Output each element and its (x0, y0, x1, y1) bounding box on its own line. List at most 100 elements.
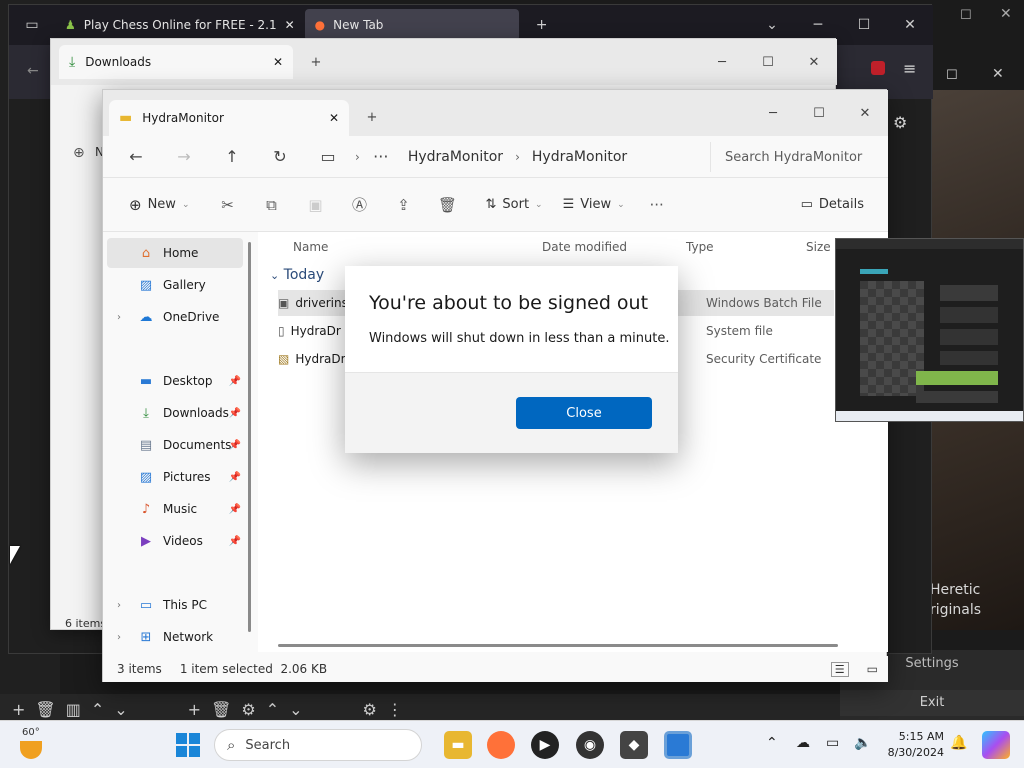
column-header-type[interactable]: Type (686, 240, 714, 254)
close-icon[interactable]: ✕ (285, 18, 295, 32)
file-explorer-icon[interactable]: ▬ (444, 731, 472, 759)
new-icon[interactable]: ⊕ (73, 145, 85, 161)
pin-icon[interactable]: 📌 (229, 408, 241, 419)
minimize-icon[interactable]: ─ (795, 17, 841, 33)
app-window-icon[interactable] (664, 731, 692, 759)
weather-temperature[interactable]: 60° (22, 727, 40, 738)
nav-scrollbar[interactable] (248, 242, 251, 632)
maximize-icon[interactable]: ☐ (960, 8, 972, 23)
close-icon[interactable]: ✕ (842, 106, 888, 121)
volume-icon[interactable]: 🔈 (854, 735, 871, 751)
view-button[interactable]: ☰ View ⌄ (555, 188, 633, 222)
obs-exit-button[interactable]: Exit (840, 690, 1024, 716)
nav-item-pictures[interactable]: ▨ Pictures 📌 (107, 462, 243, 492)
nav-item-documents[interactable]: ▤ Documents 📌 (107, 430, 243, 460)
nav-item-this-pc[interactable]: › ▭ This PC (107, 590, 243, 620)
add-icon[interactable]: + (188, 700, 201, 719)
gear-icon[interactable]: ⚙ (241, 700, 255, 719)
column-header-name[interactable]: Name (293, 240, 328, 254)
clock[interactable]: 5:15 AM 8/30/2024 (884, 729, 944, 761)
maximize-icon[interactable]: ☐ (745, 55, 791, 70)
weather-icon[interactable] (20, 741, 42, 759)
pin-icon[interactable]: 📌 (229, 376, 241, 387)
delete-icon[interactable]: 🗑 (427, 188, 467, 222)
new-button[interactable]: ⊕ New ⌄ (121, 188, 197, 222)
breadcrumb-item[interactable]: HydraMonitor (402, 149, 509, 165)
close-icon[interactable]: ✕ (1000, 6, 1012, 22)
minimize-icon[interactable]: ─ (750, 106, 796, 121)
nav-item-music[interactable]: ♪ Music 📌 (107, 494, 243, 524)
pin-icon[interactable]: 📌 (229, 472, 241, 483)
nav-item-desktop[interactable]: ▬ Desktop 📌 (107, 366, 243, 396)
this-pc-icon[interactable]: ▭ (307, 147, 349, 166)
display-icon[interactable]: ▭ (826, 735, 839, 751)
gear-icon[interactable]: ⚙ (893, 113, 907, 132)
chevron-right-icon[interactable]: › (117, 312, 121, 323)
column-header-date[interactable]: Date modified (542, 240, 627, 254)
column-header-size[interactable]: Size (806, 240, 831, 254)
share-icon[interactable]: ⇪ (383, 188, 423, 222)
settings-icon[interactable]: ⚙ (363, 700, 377, 719)
horizontal-scrollbar[interactable] (278, 644, 838, 647)
window-thumbnail-preview[interactable] (835, 238, 1024, 422)
nav-item-network[interactable]: › ⊞ Network (107, 622, 243, 652)
close-icon[interactable]: ✕ (273, 55, 283, 69)
chevron-right-icon[interactable]: › (117, 600, 121, 611)
tab-overview-icon[interactable]: ▭ (9, 17, 55, 33)
notification-bell-icon[interactable]: 🔔 (950, 735, 967, 751)
chevron-down-icon[interactable]: ⌄ (114, 700, 127, 719)
menu-icon[interactable]: ≡ (903, 59, 916, 78)
refresh-icon[interactable]: ↻ (259, 147, 301, 166)
maximize-icon[interactable]: ☐ (946, 68, 958, 83)
paste-icon[interactable]: ▣ (295, 188, 335, 222)
cut-icon[interactable]: ✂ (207, 188, 247, 222)
details-view-icon[interactable]: ☰ (830, 661, 849, 677)
nav-item-gallery[interactable]: ▨ Gallery (107, 270, 243, 300)
tab-chess[interactable]: ♟ Play Chess Online for FREE - 2.1 ✕ (55, 9, 305, 41)
close-icon[interactable]: ✕ (992, 66, 1004, 82)
nav-item-downloads[interactable]: ⤓ Downloads 📌 (107, 398, 243, 428)
add-icon[interactable]: + (12, 700, 25, 719)
pin-icon[interactable]: 📌 (229, 504, 241, 515)
close-icon[interactable]: ✕ (791, 55, 837, 70)
start-icon[interactable] (176, 733, 200, 757)
app-icon[interactable]: ◆ (620, 731, 648, 759)
rename-icon[interactable]: Ⓐ (339, 188, 379, 222)
close-icon[interactable]: ✕ (887, 17, 933, 33)
media-player-icon[interactable]: ▶ (531, 731, 559, 759)
more-icon[interactable]: ··· (637, 188, 677, 222)
close-button[interactable]: Close (516, 397, 652, 429)
chevron-down-icon[interactable]: ⌄ (289, 700, 302, 719)
nav-item-onedrive[interactable]: › ☁ OneDrive (107, 302, 243, 332)
forward-icon[interactable]: → (163, 147, 205, 166)
pin-icon[interactable]: 📌 (229, 536, 241, 547)
new-tab-button[interactable]: + (519, 17, 565, 33)
network-icon[interactable]: ☁ (796, 735, 810, 751)
list-all-tabs-icon[interactable]: ⌄ (749, 17, 795, 33)
obs-icon[interactable]: ◉ (576, 731, 604, 759)
tab-new-tab[interactable]: ● New Tab (304, 9, 519, 41)
search-input[interactable]: Search HydraMonitor (710, 142, 880, 172)
new-tab-button[interactable]: + (349, 110, 395, 125)
more-icon[interactable]: ⋮ (387, 700, 403, 719)
copy-icon[interactable]: ⧉ (251, 188, 291, 222)
tiles-view-icon[interactable]: ▭ (867, 662, 878, 676)
ublock-icon[interactable] (871, 61, 885, 75)
sort-button[interactable]: ⇅ Sort ⌄ (477, 188, 550, 222)
more-icon[interactable]: ··· (366, 147, 396, 166)
chevron-right-icon[interactable]: › (117, 632, 121, 643)
copilot-icon[interactable] (982, 731, 1010, 759)
back-icon[interactable]: ← (115, 147, 157, 166)
new-tab-button[interactable]: + (293, 55, 339, 70)
nav-item-home[interactable]: ⌂ Home (107, 238, 243, 268)
panel-icon[interactable]: ▥ (66, 700, 81, 719)
firefox-icon[interactable] (487, 731, 515, 759)
maximize-icon[interactable]: ☐ (841, 17, 887, 33)
taskbar-search[interactable]: ⌕ Search (214, 729, 422, 761)
up-icon[interactable]: ↑ (211, 147, 253, 166)
tab-downloads[interactable]: ⤓ Downloads ✕ (59, 45, 293, 79)
chevron-up-icon[interactable]: ⌃ (266, 700, 279, 719)
close-icon[interactable]: ✕ (329, 111, 339, 125)
chevron-up-icon[interactable]: ⌃ (91, 700, 104, 719)
back-icon[interactable]: ← (27, 63, 39, 79)
